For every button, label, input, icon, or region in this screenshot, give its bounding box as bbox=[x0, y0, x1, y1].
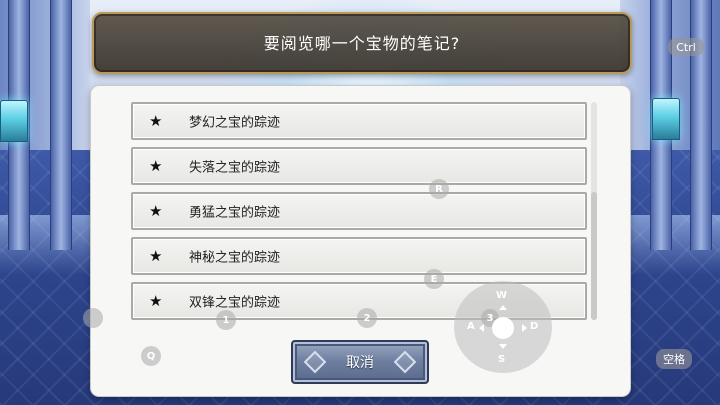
choice-label: 双锋之宝的踪迹 bbox=[189, 295, 281, 311]
d-key[interactable]: D bbox=[530, 321, 538, 332]
two-key-hint[interactable]: 2 bbox=[357, 308, 377, 328]
crystal-pedestal-right bbox=[652, 98, 680, 140]
one-key-hint[interactable]: 1 bbox=[216, 310, 236, 330]
choice-item-2[interactable]: ★ 失落之宝的踪迹 bbox=[131, 147, 587, 185]
choice-label: 勇猛之宝的踪迹 bbox=[189, 205, 281, 221]
w-key[interactable]: W bbox=[496, 290, 507, 301]
space-key-hint[interactable]: 空格 bbox=[656, 349, 692, 369]
dpad-center[interactable] bbox=[492, 317, 514, 339]
arrow-down-icon bbox=[499, 344, 507, 349]
choice-item-1[interactable]: ★ 梦幻之宝的踪迹 bbox=[131, 102, 587, 140]
choice-dialog: ★ 梦幻之宝的踪迹 ★ 失落之宝的踪迹 ★ 勇猛之宝的踪迹 ★ 神秘之宝的踪迹 … bbox=[91, 86, 630, 396]
list-scrollbar[interactable] bbox=[591, 102, 597, 320]
r-key-hint[interactable]: R bbox=[429, 179, 449, 199]
diamond-ornament-icon bbox=[303, 350, 327, 374]
arrow-left-icon bbox=[479, 324, 484, 332]
star-icon: ★ bbox=[149, 112, 163, 130]
e-key-hint[interactable]: E bbox=[424, 269, 444, 289]
arrow-right-icon bbox=[522, 324, 527, 332]
wasd-dpad[interactable]: W A D S 3 bbox=[454, 281, 552, 373]
s-key[interactable]: S bbox=[498, 354, 505, 365]
a-key[interactable]: A bbox=[467, 321, 475, 332]
blank-key-hint[interactable] bbox=[83, 308, 103, 328]
choice-label: 梦幻之宝的踪迹 bbox=[189, 115, 281, 131]
star-icon: ★ bbox=[149, 157, 163, 175]
cancel-label: 取消 bbox=[346, 355, 374, 371]
question-banner: 要阅览哪一个宝物的笔记? bbox=[92, 12, 632, 74]
star-icon: ★ bbox=[149, 292, 163, 310]
choice-item-4[interactable]: ★ 神秘之宝的踪迹 bbox=[131, 237, 587, 275]
arrow-up-icon bbox=[499, 305, 507, 310]
star-icon: ★ bbox=[149, 202, 163, 220]
ctrl-key-hint[interactable]: Ctrl bbox=[668, 38, 704, 56]
crystal-pedestal-left bbox=[0, 100, 28, 142]
scrollbar-thumb[interactable] bbox=[591, 192, 597, 320]
choice-item-3[interactable]: ★ 勇猛之宝的踪迹 bbox=[131, 192, 587, 230]
q-key-hint[interactable]: Q bbox=[141, 346, 161, 366]
cancel-button[interactable]: 取消 bbox=[291, 340, 429, 384]
diamond-ornament-icon bbox=[393, 350, 417, 374]
star-icon: ★ bbox=[149, 247, 163, 265]
question-text: 要阅览哪一个宝物的笔记? bbox=[263, 34, 461, 53]
pillar bbox=[50, 0, 72, 250]
choice-label: 失落之宝的踪迹 bbox=[189, 160, 281, 176]
choice-label: 神秘之宝的踪迹 bbox=[189, 250, 281, 266]
